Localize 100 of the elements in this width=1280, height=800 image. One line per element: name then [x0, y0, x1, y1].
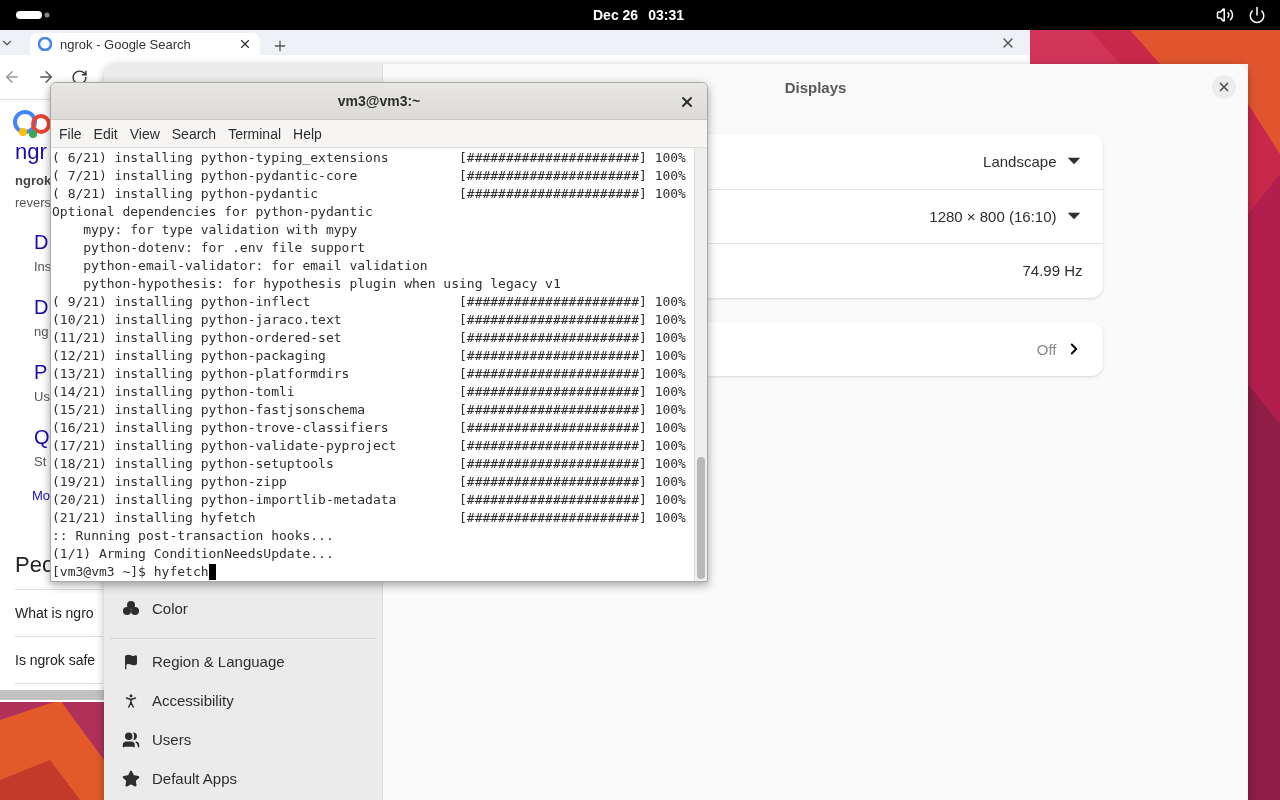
progress-text: [######################]: [459, 167, 648, 185]
sidebar-item[interactable]: Color: [104, 586, 382, 630]
date-text[interactable]: Dec 26: [593, 7, 639, 23]
flag-icon: [123, 653, 139, 670]
terminal-line: python-hypothesis: for hypothesis plugin when using legacy v1: [83, 276, 561, 291]
back-icon[interactable]: [3, 68, 21, 86]
time-text[interactable]: 03:31: [648, 7, 684, 23]
terminal-line: python-dotenv: for .env file support: [83, 240, 366, 255]
result-snippet: Us: [33, 388, 50, 406]
result-snippet: Ins: [33, 258, 52, 276]
dropdown-value[interactable]: 1280 × 800 (16:10): [929, 207, 1057, 225]
close-icon[interactable]: [238, 37, 252, 51]
percent-text: 100%: [654, 455, 687, 473]
star-icon: [122, 769, 140, 788]
percent-text: 100%: [654, 491, 687, 509]
activities-icon[interactable]: [16, 11, 50, 19]
progress-text: [######################]: [459, 185, 648, 203]
menu-item[interactable]: File: [53, 125, 88, 142]
result-snippet: St: [33, 453, 47, 471]
question-item[interactable]: Is ngrok safe: [15, 637, 103, 684]
terminal-line: (19/21) installing python-zipp: [52, 473, 288, 491]
result-snippet: revers: [15, 194, 52, 212]
result-snippet: ng: [33, 323, 49, 341]
menu-item[interactable]: Search: [165, 125, 223, 142]
terminal-line: ( 6/21) installing python-typing_extensions: [52, 149, 390, 167]
percent-text: 100%: [654, 167, 687, 185]
setting-value: Off: [1036, 340, 1057, 358]
progress-text: [######################]: [459, 383, 648, 401]
logo-icon: [38, 37, 52, 51]
terminal-line: :: Running post-transaction hooks...: [52, 528, 334, 543]
percent-text: 100%: [654, 329, 687, 347]
result-link[interactable]: D: [15, 229, 49, 255]
browser-tab[interactable]: ngrok - Google Search: [30, 33, 260, 55]
percent-text: 100%: [654, 437, 687, 455]
power-icon[interactable]: [1248, 6, 1266, 24]
logo-icon: [13, 107, 51, 140]
window-title: Displays: [784, 78, 847, 96]
terminal-line: (16/21) installing python-trove-classifiers: [52, 419, 390, 437]
tab-title: ngrok - Google Search: [60, 36, 192, 52]
terminal-line: mypy: for type validation with mypy: [83, 222, 358, 237]
result-link[interactable]: Q: [15, 424, 50, 450]
terminal-line: python-email-validator: for email validation: [83, 258, 428, 273]
progress-text: [######################]: [459, 311, 648, 329]
sidebar-item[interactable]: Accessibility: [110, 681, 376, 720]
progress-text: [######################]: [459, 365, 648, 383]
terminal-line: (12/21) installing python-packaging: [52, 347, 327, 365]
percent-text: 100%: [654, 149, 687, 167]
percent-text: 100%: [654, 419, 687, 437]
terminal-line: ( 8/21) installing python-pydantic: [52, 185, 320, 203]
terminal-line: (21/21) installing hyfetch: [52, 509, 257, 527]
volume-icon[interactable]: [1216, 6, 1234, 24]
scrollbar[interactable]: [0, 690, 104, 700]
setting-value: 74.99 Hz: [1022, 262, 1083, 280]
question-item[interactable]: What is ngro: [15, 590, 103, 637]
color-palette-icon: [122, 600, 140, 616]
terminal-line: (10/21) installing python-jaraco.text: [52, 311, 343, 329]
terminal-line: (18/21) installing python-setuptools: [52, 455, 335, 473]
terminal-line: Optional dependencies for python-pydantic: [52, 204, 373, 219]
percent-text: 100%: [654, 473, 687, 491]
percent-text: 100%: [654, 365, 687, 383]
terminal-line: (1/1) Arming ConditionNeedsUpdate...: [52, 546, 334, 561]
terminal-line: ( 7/21) installing python-pydantic-core: [52, 167, 359, 185]
close-button[interactable]: [1212, 75, 1236, 99]
progress-text: [######################]: [459, 455, 648, 473]
percent-text: 100%: [654, 185, 687, 203]
percent-text: 100%: [654, 293, 687, 311]
progress-text: [######################]: [459, 491, 648, 509]
progress-text: [######################]: [459, 401, 648, 419]
forward-icon[interactable]: [37, 68, 55, 86]
progress-text: [######################]: [459, 473, 648, 491]
percent-text: 100%: [654, 311, 687, 329]
result-link[interactable]: D: [15, 294, 49, 320]
result-source: ngrok: [15, 172, 52, 190]
percent-text: 100%: [654, 347, 687, 365]
terminal-line: (11/21) installing python-ordered-set: [52, 329, 343, 347]
terminal-line: (13/21) installing python-platformdirs: [52, 365, 351, 383]
users-icon: [122, 730, 140, 749]
query-heading: ngr: [15, 147, 47, 165]
window-title: vm3@vm3:~: [337, 93, 421, 109]
menu-item[interactable]: View: [123, 125, 166, 142]
text-cursor: [208, 564, 216, 580]
percent-text: 100%: [654, 509, 687, 527]
menu-item[interactable]: Help: [287, 125, 328, 142]
terminal-line: ( 9/21) installing python-inflect: [52, 293, 312, 311]
more-link[interactable]: Mo: [15, 486, 51, 506]
progress-text: [######################]: [459, 329, 648, 347]
terminal-line: (15/21) installing python-fastjsonschema: [52, 401, 367, 419]
result-link[interactable]: P: [15, 359, 48, 385]
close-icon: [1217, 80, 1231, 94]
menu-item[interactable]: Terminal: [222, 125, 288, 142]
sidebar-item[interactable]: Default Apps: [110, 759, 376, 798]
close-icon[interactable]: [679, 94, 695, 110]
sidebar-item[interactable]: Users: [110, 720, 376, 759]
progress-text: [######################]: [459, 293, 648, 311]
terminal-line: (17/21) installing python-validate-pyproject: [52, 437, 398, 455]
dropdown-value[interactable]: Landscape: [983, 152, 1057, 170]
progress-text: [######################]: [459, 437, 648, 455]
scrollbar[interactable]: [694, 148, 707, 581]
menu-item[interactable]: Edit: [87, 125, 124, 142]
sidebar-item[interactable]: Region & Language: [110, 642, 376, 681]
